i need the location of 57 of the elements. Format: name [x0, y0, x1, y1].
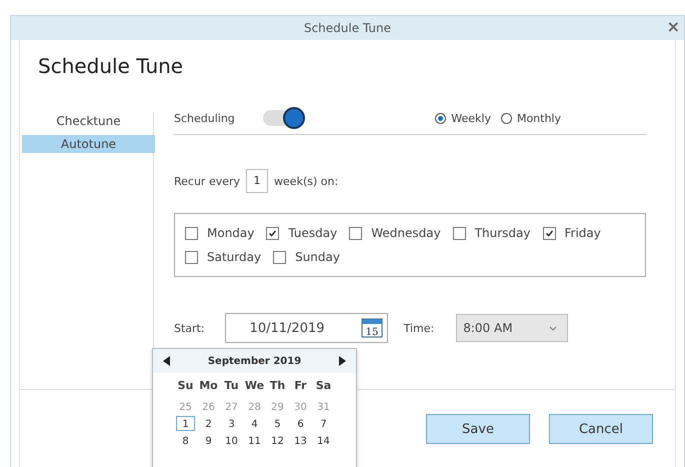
- previous-month-icon[interactable]: [163, 356, 170, 366]
- calendar-icon[interactable]: 15: [360, 318, 383, 338]
- time-dropdown[interactable]: 8:00 AM: [456, 314, 568, 342]
- checkbox-icon[interactable]: [349, 226, 362, 240]
- frequency-radio[interactable]: Weekly: [435, 112, 491, 124]
- checkbox-icon[interactable]: [266, 226, 280, 240]
- recur-label: Recur every: [174, 174, 240, 188]
- weekday-header: Su: [176, 379, 194, 394]
- calendar-day[interactable]: 11: [245, 433, 264, 448]
- calendar-day[interactable]: 5: [268, 416, 287, 431]
- dialog-button[interactable]: Cancel: [549, 414, 653, 444]
- recur-unit-label: week(s) on:: [274, 174, 338, 188]
- sidebar-item[interactable]: Autotune: [22, 135, 155, 153]
- day-checkbox[interactable]: Friday: [542, 226, 601, 240]
- day-checkbox[interactable]: Tuesday: [266, 226, 338, 240]
- frequency-radio[interactable]: Monthly: [500, 112, 561, 124]
- calendar-day[interactable]: 7: [314, 416, 333, 431]
- weekday-header: We: [244, 379, 266, 394]
- checkbox-icon[interactable]: [185, 226, 198, 240]
- next-month-icon[interactable]: [339, 356, 346, 366]
- calendar-day[interactable]: 12: [268, 433, 287, 448]
- calendar-day[interactable]: 1: [176, 416, 195, 431]
- recur-field[interactable]: 1: [246, 169, 268, 193]
- scheduling-label: Scheduling: [174, 112, 235, 124]
- checkbox-icon[interactable]: [542, 226, 556, 240]
- calendar-day[interactable]: 3: [222, 416, 241, 431]
- time-label: Time:: [404, 322, 434, 334]
- dialog-button[interactable]: Save: [426, 414, 530, 444]
- calendar-month: September 2019: [208, 356, 302, 366]
- start-date-field[interactable]: 10/11/2019 15: [224, 313, 388, 343]
- caret-icon: [549, 326, 558, 330]
- weekday-header: Tu: [223, 379, 240, 394]
- checkbox-icon[interactable]: [452, 226, 466, 240]
- calendar-day[interactable]: 2: [199, 416, 218, 431]
- day-checkbox[interactable]: Wednesday: [349, 226, 441, 240]
- checkbox-icon[interactable]: [273, 250, 286, 264]
- weekday-header: Mo: [198, 379, 219, 394]
- calendar-day[interactable]: 8: [176, 433, 195, 448]
- sidebar-item[interactable]: Checktune: [22, 112, 155, 130]
- calendar-day[interactable]: 13: [291, 433, 310, 448]
- calendar-day[interactable]: 9: [199, 433, 218, 448]
- day-checkbox[interactable]: Sunday: [273, 250, 340, 264]
- calendar-day[interactable]: 10: [222, 433, 241, 448]
- calendar-day[interactable]: 14: [314, 433, 333, 448]
- calendar-day[interactable]: 4: [245, 416, 264, 431]
- window-title: Schedule Tune: [304, 21, 392, 35]
- weekday-header: Th: [268, 379, 286, 394]
- weekday-header: Fr: [293, 379, 308, 394]
- day-checkbox[interactable]: Saturday: [185, 250, 262, 264]
- day-checkbox[interactable]: Monday: [185, 226, 254, 240]
- dialog-heading: Schedule Tune: [37, 53, 184, 80]
- day-checkbox[interactable]: Thursday: [452, 226, 530, 240]
- calendar-day[interactable]: 6: [291, 416, 310, 431]
- weekday-header: Sa: [314, 379, 332, 394]
- close-button[interactable]: ×: [666, 19, 680, 35]
- checkbox-icon[interactable]: [185, 250, 198, 264]
- start-label: Start:: [174, 322, 205, 334]
